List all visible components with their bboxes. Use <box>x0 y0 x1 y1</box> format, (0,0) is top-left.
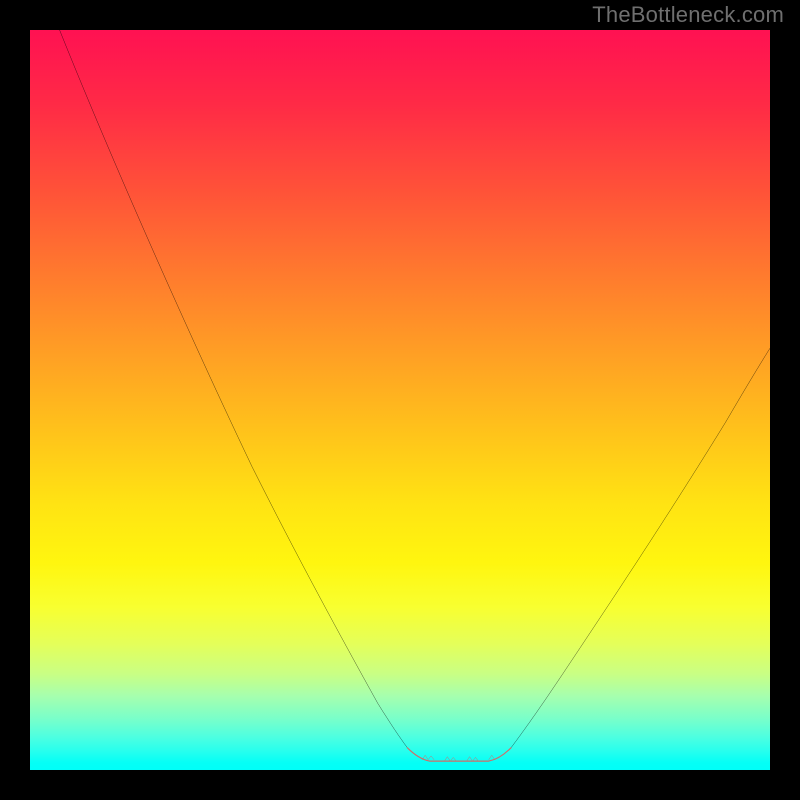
bottleneck-curve <box>30 30 770 770</box>
plateau-segment <box>407 748 511 761</box>
watermark-text: TheBottleneck.com <box>592 2 784 28</box>
plot-area <box>30 30 770 770</box>
right-curve <box>511 348 770 748</box>
plateau-texture <box>422 755 495 761</box>
left-curve <box>60 30 408 748</box>
chart-frame: TheBottleneck.com <box>0 0 800 800</box>
